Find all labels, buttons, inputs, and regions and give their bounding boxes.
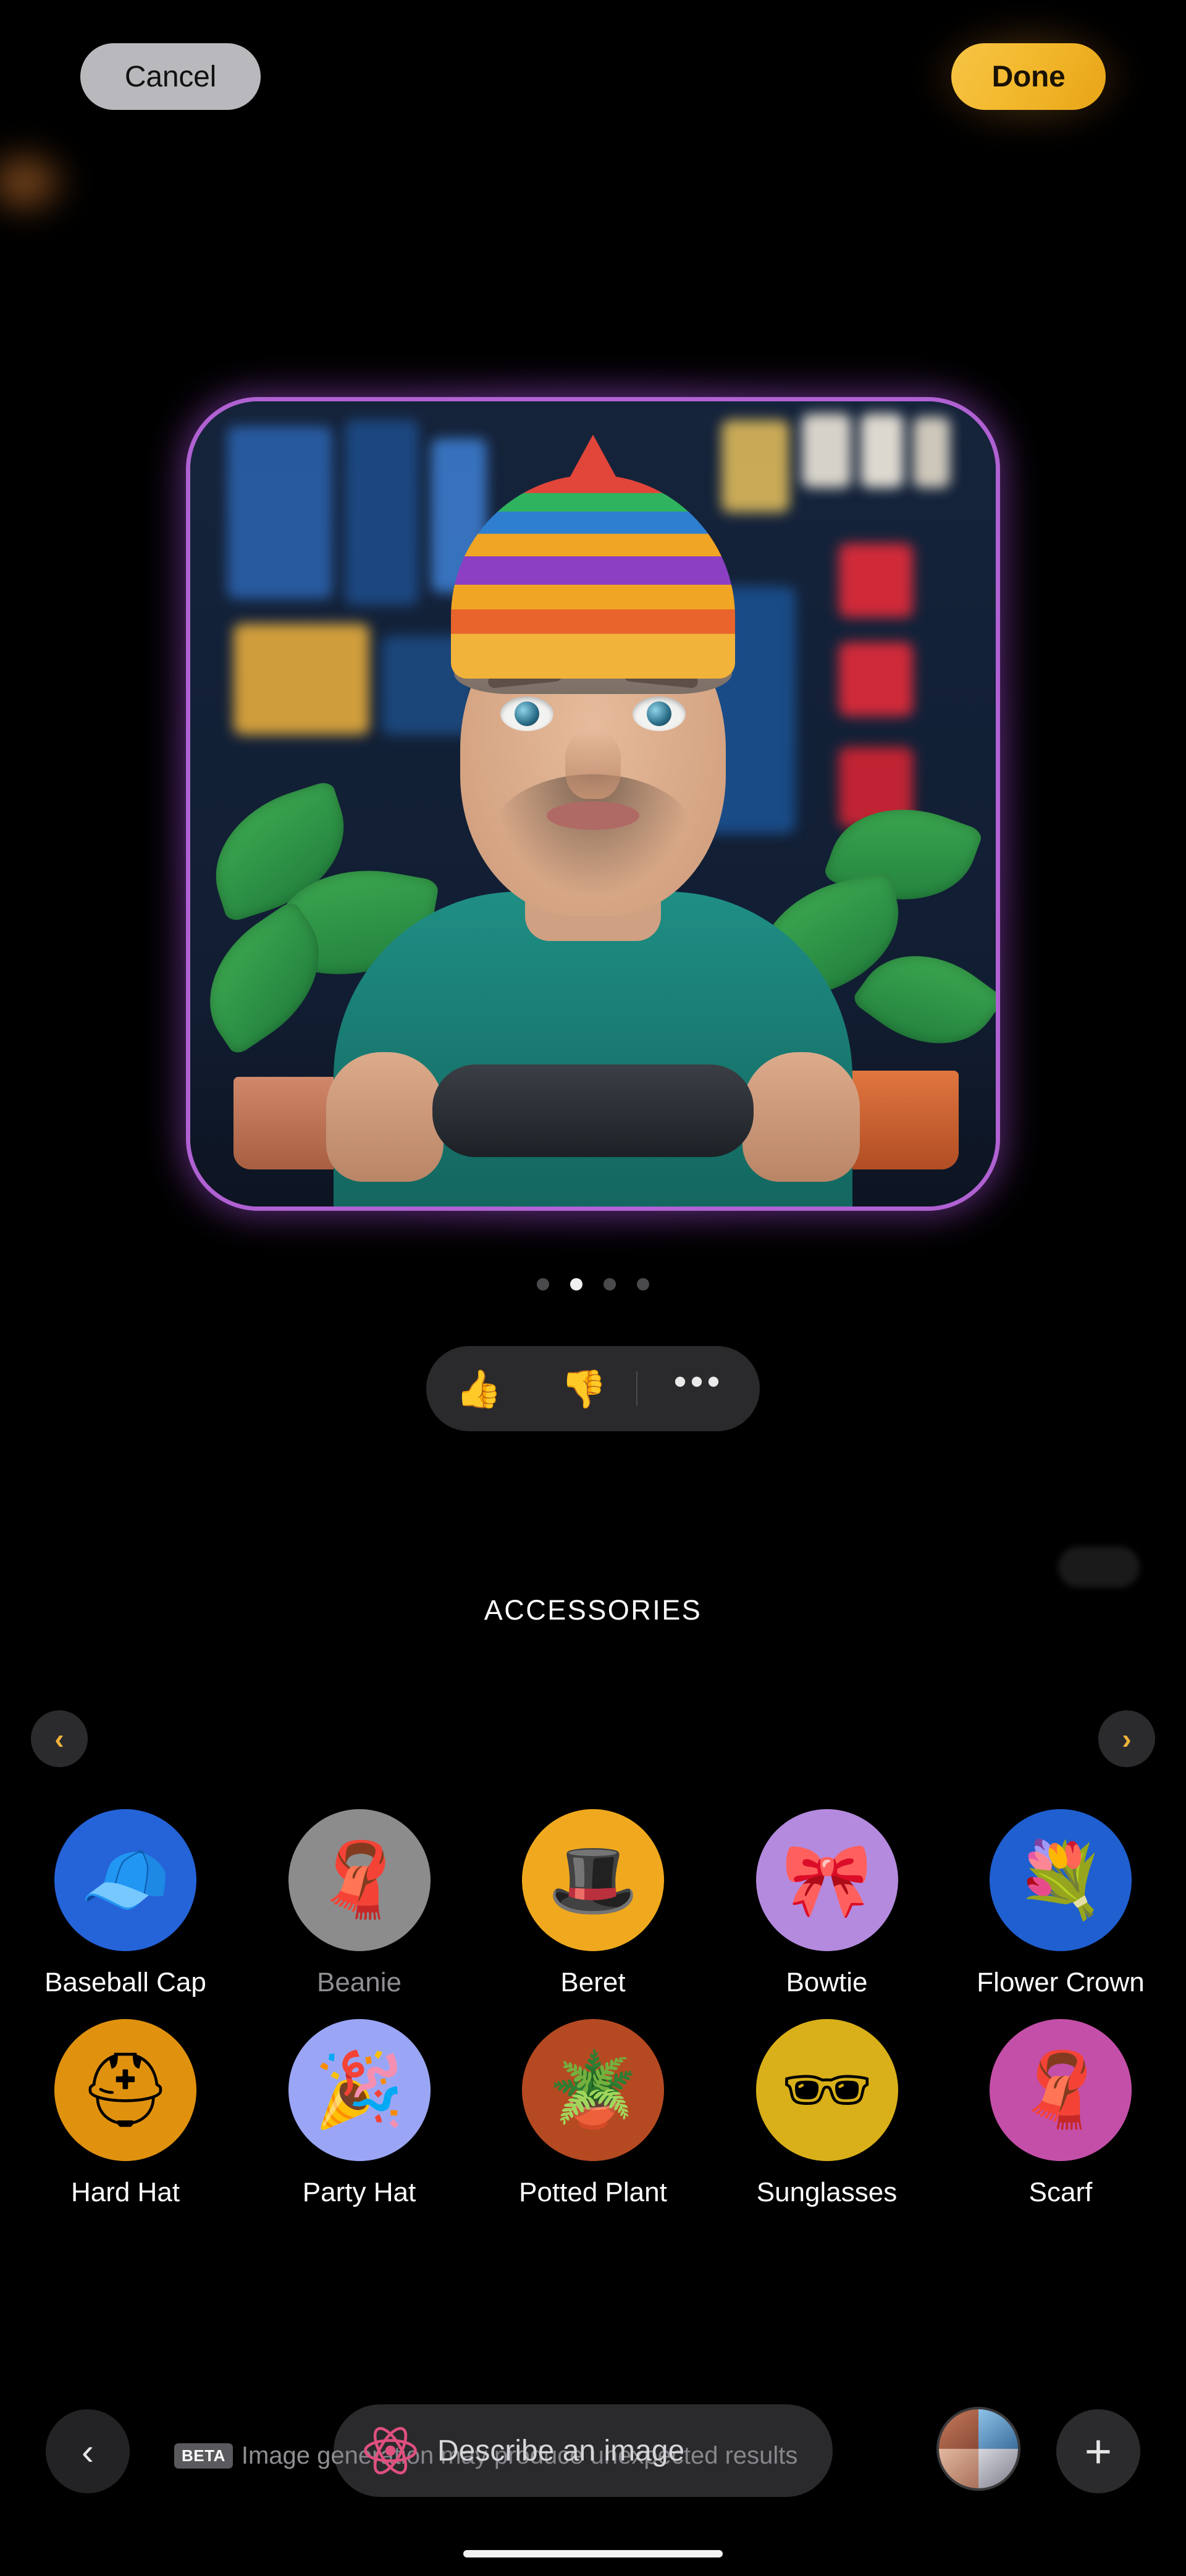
more-options-icon[interactable]: ••• bbox=[637, 1360, 760, 1418]
accessories-row: 🧢 Baseball Cap 🧣 Beanie 🎩 Beret 🎀 Bowtie… bbox=[0, 1809, 1186, 1998]
accessory-item-scarf[interactable]: 🧣 Scarf bbox=[959, 2019, 1163, 2208]
image-background bbox=[190, 401, 996, 1206]
thumbs-down-icon[interactable]: 👎 bbox=[531, 1346, 636, 1431]
next-category-button[interactable]: › bbox=[1098, 1710, 1155, 1767]
cancel-button[interactable]: Cancel bbox=[80, 43, 261, 110]
accessory-item-sunglasses[interactable]: 🕶 Sunglasses bbox=[725, 2019, 929, 2208]
home-indicator bbox=[463, 2550, 723, 2557]
accessory-label: Potted Plant bbox=[519, 2177, 667, 2207]
generated-image-card[interactable] bbox=[190, 401, 996, 1206]
chevron-left-icon: ‹ bbox=[82, 2430, 94, 2472]
prev-category-button[interactable]: ‹ bbox=[31, 1710, 88, 1767]
done-label: Done bbox=[991, 60, 1066, 93]
game-controller bbox=[432, 1064, 754, 1157]
thumbs-up-icon[interactable]: 👍 bbox=[426, 1346, 531, 1431]
carousel-dot-active[interactable] bbox=[570, 1278, 582, 1290]
accessory-item-potted-plant[interactable]: 🪴 Potted Plant bbox=[491, 2019, 695, 2208]
carousel-dot[interactable] bbox=[604, 1278, 616, 1290]
background-glow-left bbox=[0, 142, 74, 222]
accessories-grid: 🧢 Baseball Cap 🧣 Beanie 🎩 Beret 🎀 Bowtie… bbox=[0, 1809, 1186, 2229]
person-subject bbox=[190, 435, 996, 1206]
plus-icon: + bbox=[1084, 2425, 1112, 2478]
accessory-item-bowtie[interactable]: 🎀 Bowtie bbox=[725, 1809, 929, 1998]
reaction-bar: 👍 👎 ••• bbox=[426, 1346, 760, 1431]
party-hat-icon: 🎉 bbox=[288, 2019, 431, 2161]
accessories-row: ⛑ Hard Hat 🎉 Party Hat 🪴 Potted Plant 🕶 … bbox=[0, 2019, 1186, 2208]
carousel-dots[interactable] bbox=[0, 1278, 1186, 1290]
top-bar: Cancel Done bbox=[0, 19, 1186, 136]
prompt-input[interactable]: Describe an image bbox=[334, 2404, 833, 2497]
accessory-item-party-hat[interactable]: 🎉 Party Hat bbox=[258, 2019, 461, 2208]
back-button[interactable]: ‹ bbox=[46, 2409, 130, 2493]
accessory-label: Hard Hat bbox=[70, 2177, 180, 2207]
carousel-dot[interactable] bbox=[637, 1278, 649, 1290]
scarf-icon: 🧣 bbox=[990, 2019, 1132, 2161]
flower-crown-icon: 💐 bbox=[990, 1809, 1132, 1951]
done-button[interactable]: Done bbox=[951, 43, 1106, 110]
accessory-label: Bowtie bbox=[786, 1967, 868, 1997]
striped-beanie bbox=[451, 475, 735, 679]
hard-hat-icon: ⛑ bbox=[54, 2019, 196, 2161]
hidden-overlay-pill bbox=[1058, 1547, 1140, 1587]
accessory-label: Party Hat bbox=[302, 2177, 416, 2207]
prompt-placeholder: Describe an image bbox=[437, 2434, 685, 2467]
potted-plant-icon: 🪴 bbox=[522, 2019, 664, 2161]
bottom-bar: ‹ BETA Image generation may produce unex… bbox=[0, 2391, 1186, 2576]
image-playground-icon bbox=[362, 2422, 419, 2479]
app-screen: Cancel Done 👍 👎 ••• ACCESSORIES ‹ › 🧢 Ba… bbox=[0, 0, 1186, 2576]
done-button-wrap: Done bbox=[927, 19, 1130, 136]
accessory-item-baseball-cap[interactable]: 🧢 Baseball Cap bbox=[23, 1809, 227, 1998]
accessory-label: Sunglasses bbox=[756, 2177, 898, 2207]
accessory-item-beanie[interactable]: 🧣 Beanie bbox=[258, 1809, 461, 1998]
sunglasses-icon: 🕶 bbox=[755, 2019, 898, 2161]
accessory-item-hard-hat[interactable]: ⛑ Hard Hat bbox=[23, 2019, 227, 2208]
section-title-accessories: ACCESSORIES bbox=[484, 1594, 702, 1626]
accessory-label: Scarf bbox=[1028, 2177, 1093, 2207]
avatar[interactable] bbox=[936, 2407, 1020, 2491]
accessory-item-flower-crown[interactable]: 💐 Flower Crown bbox=[959, 1809, 1163, 1998]
chevron-right-icon: › bbox=[1122, 1723, 1132, 1755]
accessory-label: Beanie bbox=[316, 1967, 402, 1997]
cancel-label: Cancel bbox=[124, 60, 217, 93]
add-button[interactable]: + bbox=[1056, 2409, 1140, 2493]
accessory-label: Baseball Cap bbox=[44, 1967, 206, 1997]
chevron-left-icon: ‹ bbox=[54, 1723, 64, 1755]
accessory-label: Flower Crown bbox=[977, 1967, 1145, 1997]
beret-icon: 🎩 bbox=[522, 1809, 664, 1951]
accessory-item-beret[interactable]: 🎩 Beret bbox=[491, 1809, 695, 1998]
accessory-label: Beret bbox=[560, 1967, 626, 1997]
bowtie-icon: 🎀 bbox=[755, 1809, 898, 1951]
carousel-dot[interactable] bbox=[537, 1278, 549, 1290]
beanie-icon: 🧣 bbox=[288, 1809, 431, 1951]
baseball-cap-icon: 🧢 bbox=[54, 1809, 196, 1951]
beta-badge: BETA bbox=[174, 2443, 233, 2469]
